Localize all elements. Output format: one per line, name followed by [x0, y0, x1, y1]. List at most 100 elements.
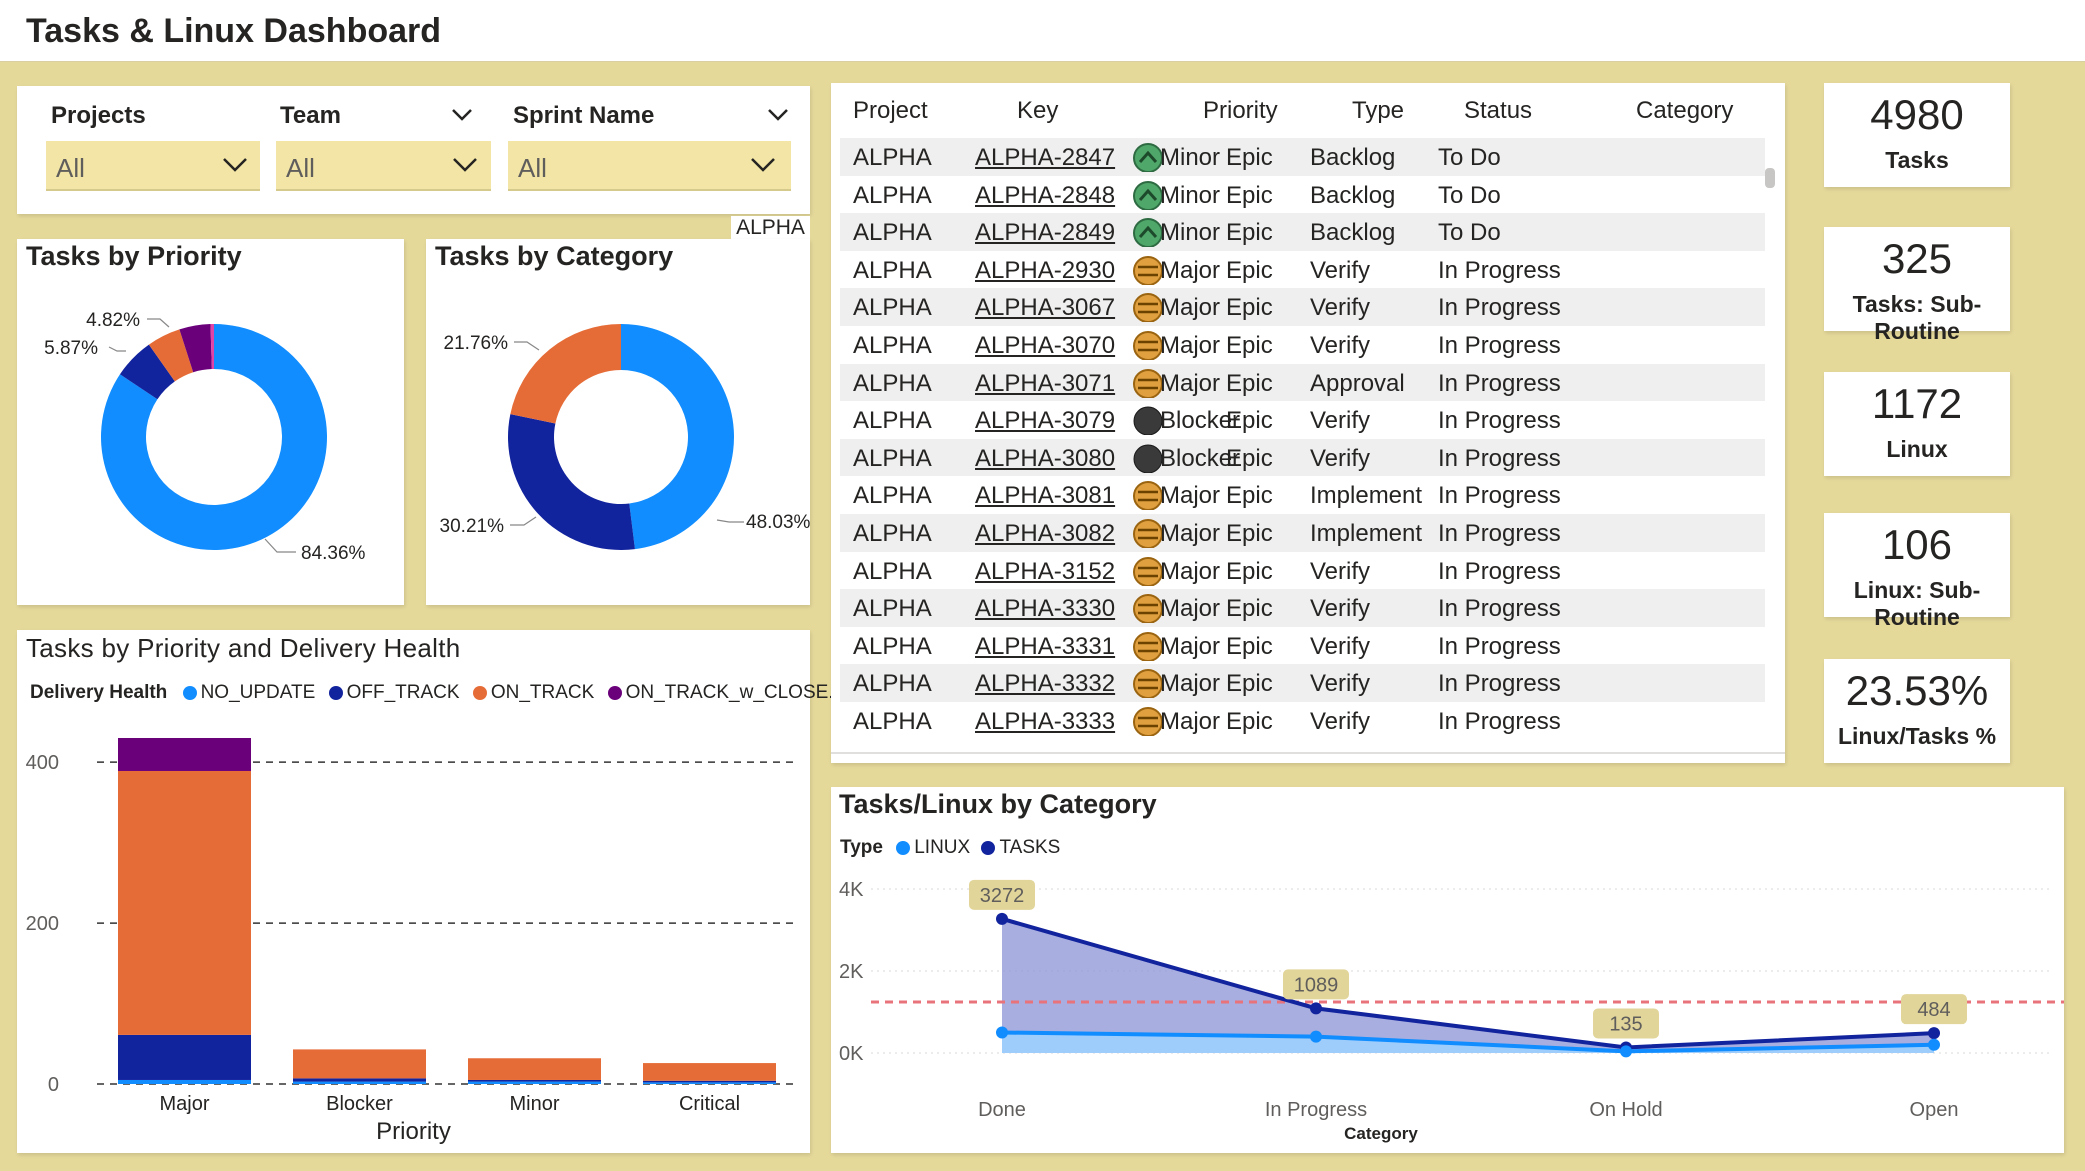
bar-segment[interactable] [468, 1079, 601, 1082]
donut-slice[interactable] [508, 414, 635, 550]
column-header-project[interactable]: Project [853, 97, 928, 125]
cell-type: Epic [1226, 407, 1273, 435]
bar-segment[interactable] [118, 770, 251, 1035]
table-row[interactable]: ALPHA ALPHA-2847 Minor Epic Backlog To Do [840, 138, 1765, 176]
projects-slicer-label: Projects [51, 102, 146, 129]
table-scrollbar[interactable] [1765, 168, 1775, 188]
table-row[interactable]: ALPHA ALPHA-3332 Major Epic Verify In Progres… [840, 664, 1765, 702]
projects-slicer-dropdown[interactable]: All [46, 141, 260, 191]
linux-point[interactable] [1928, 1038, 1940, 1051]
chevron-down-icon[interactable] [451, 108, 473, 122]
equals-orange-icon [1133, 594, 1162, 624]
cell-key[interactable]: ALPHA-2848 [975, 182, 1115, 210]
column-header-key[interactable]: Key [1017, 97, 1058, 125]
equals-orange-icon [1133, 331, 1162, 360]
cell-project: ALPHA [853, 407, 932, 435]
cell-key[interactable]: ALPHA-3330 [975, 595, 1115, 623]
table-row[interactable]: ALPHA ALPHA-2930 Major Epic Verify In Progres… [840, 251, 1765, 289]
table-row[interactable]: ALPHA ALPHA-2848 Minor Epic Backlog To Do [840, 176, 1765, 214]
table-row[interactable]: ALPHA ALPHA-3081 Major Epic Implement In Prog… [840, 476, 1765, 514]
leader-line [147, 318, 170, 328]
bar-segment[interactable] [118, 1079, 251, 1084]
column-header-category[interactable]: Category [1636, 97, 1733, 125]
kpi-card-linux-sub-routine: 106 Linux: Sub-Routine [1824, 513, 2010, 630]
cell-key[interactable]: ALPHA-3082 [975, 520, 1115, 548]
cell-key[interactable]: ALPHA-3332 [975, 670, 1115, 698]
bar-segment[interactable] [293, 1078, 426, 1082]
cell-key[interactable]: ALPHA-3152 [975, 558, 1115, 586]
cell-status: Implement [1310, 482, 1423, 510]
slice-label: 30.21% [440, 516, 505, 537]
linux-point[interactable] [1620, 1045, 1632, 1058]
bar-segment[interactable] [118, 1034, 251, 1080]
bar-segment[interactable] [643, 1063, 776, 1081]
cell-category: In Progress [1438, 557, 1561, 585]
cell-key[interactable]: ALPHA-3071 [975, 370, 1115, 398]
bar-segment[interactable] [293, 1049, 426, 1079]
table-row[interactable]: ALPHA ALPHA-3079 Blocker Epic Verify In Progr… [840, 401, 1765, 439]
tasks-by-category-donut[interactable]: 48.03% 30.21% 21.76% [426, 239, 810, 605]
slice-label: 21.76% [444, 333, 509, 354]
bar-segment[interactable] [643, 1080, 776, 1083]
equals-orange-icon [1133, 556, 1162, 586]
cell-project: ALPHA [853, 670, 932, 698]
cell-category: In Progress [1438, 444, 1561, 472]
tasks-by-priority-donut[interactable]: 84.36% 5.87% 4.82% [17, 239, 404, 605]
column-header-priority[interactable]: Priority [1203, 97, 1278, 125]
bar-segment[interactable] [118, 738, 251, 771]
kpi-label: Linux: Sub-Routine [1853, 577, 1981, 630]
linux-point[interactable] [1310, 1030, 1322, 1043]
cell-key[interactable]: ALPHA-3079 [975, 407, 1115, 435]
cell-status: Verify [1310, 595, 1371, 623]
cell-category: In Progress [1438, 482, 1561, 510]
cell-key[interactable]: ALPHA-3070 [975, 332, 1115, 360]
kpi-value: 325 [1881, 235, 1953, 282]
cell-key[interactable]: ALPHA-3067 [975, 294, 1115, 322]
cell-project: ALPHA [853, 444, 932, 472]
table-row[interactable]: ALPHA ALPHA-3082 Major Epic Implement In Prog… [840, 514, 1765, 552]
x-tick-label: Blocker [326, 1093, 393, 1115]
tasks-point[interactable] [1310, 1002, 1322, 1015]
cell-key[interactable]: ALPHA-2847 [975, 144, 1115, 172]
table-row[interactable]: ALPHA ALPHA-3080 Blocker Epic Verify In Progr… [840, 438, 1765, 477]
cell-priority: Major [1160, 256, 1221, 284]
bar-segment[interactable] [643, 1082, 776, 1084]
table-row[interactable]: ALPHA ALPHA-3333 Major Epic Verify In Progres… [840, 702, 1765, 740]
cell-key[interactable]: ALPHA-2849 [975, 219, 1115, 247]
chevron-down-icon[interactable] [767, 108, 789, 122]
tasks-point[interactable] [996, 912, 1008, 925]
cell-key[interactable]: ALPHA-3081 [975, 482, 1115, 510]
table-row[interactable]: ALPHA ALPHA-2849 Minor Epic Backlog To Do [840, 213, 1765, 251]
table-row[interactable]: ALPHA ALPHA-3330 Major Epic Verify In Progres… [840, 589, 1765, 627]
tasks-point[interactable] [1928, 1027, 1940, 1040]
kpi-value: 4980 [1870, 91, 1964, 138]
column-header-status[interactable]: Status [1464, 97, 1532, 125]
table-row[interactable]: ALPHA ALPHA-3331 Major Epic Verify In Progres… [840, 627, 1765, 665]
cell-category: In Progress [1438, 332, 1561, 359]
cell-project: ALPHA [853, 256, 932, 284]
bar-segment[interactable] [468, 1081, 601, 1084]
team-slicer-dropdown[interactable]: All [276, 141, 491, 191]
kpi-card-linux-tasks-pct: 23.53% Linux/Tasks % [1824, 659, 2010, 763]
cell-type: Epic [1226, 181, 1273, 209]
cell-key[interactable]: ALPHA-3080 [975, 445, 1115, 473]
sprint-name-slicer-dropdown[interactable]: All [508, 141, 791, 191]
table-row[interactable]: ALPHA ALPHA-3070 Major Epic Verify In Progres… [840, 326, 1765, 364]
cell-key[interactable]: ALPHA-2930 [975, 257, 1115, 285]
table-row[interactable]: ALPHA ALPHA-3071 Major Epic Approval In Progr… [840, 363, 1765, 402]
linux-point[interactable] [996, 1026, 1008, 1039]
table-row[interactable]: ALPHA ALPHA-3152 Major Epic Verify In Progres… [840, 552, 1765, 590]
cell-key[interactable]: ALPHA-3331 [975, 633, 1115, 661]
area-chart[interactable]: 0K 2K 4K 3272 Done 1089 In Progress 135 On Hold 4… [831, 787, 2064, 1153]
cell-priority: Major [1160, 482, 1221, 510]
cell-key[interactable]: ALPHA-3333 [975, 708, 1115, 736]
table-row[interactable]: ALPHA ALPHA-3067 Major Epic Verify In Progres… [840, 288, 1765, 326]
bar-segment[interactable] [293, 1081, 426, 1084]
column-header-type[interactable]: Type [1352, 97, 1404, 125]
cell-project: ALPHA [853, 482, 932, 510]
bar-segment[interactable] [468, 1058, 601, 1080]
stacked-bar-chart[interactable]: 0 200 400 Major Blocker Minor Critical [17, 630, 810, 1153]
donut-slice[interactable] [510, 324, 621, 424]
cell-priority: Major [1160, 557, 1221, 585]
donut-slice[interactable] [621, 324, 735, 550]
